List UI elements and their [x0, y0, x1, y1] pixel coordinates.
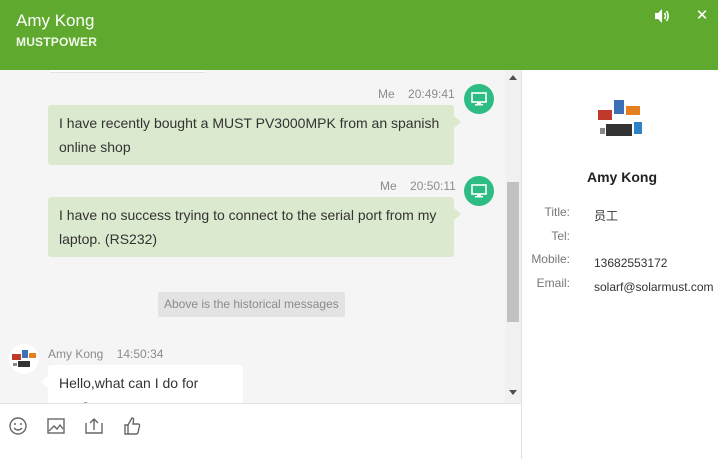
- input-toolbar: [0, 403, 521, 459]
- emoji-icon[interactable]: [8, 416, 28, 436]
- previous-message-edge: [50, 70, 205, 73]
- message-sender: Me: [378, 87, 395, 101]
- monitor-icon: [464, 176, 494, 206]
- message-time: 20:50:11: [410, 179, 456, 193]
- message-meta: Me 20:50:11: [380, 179, 456, 193]
- contact-name: Amy Kong: [16, 11, 95, 30]
- upload-icon[interactable]: [84, 416, 104, 436]
- profile-name: Amy Kong: [587, 169, 657, 185]
- message-bubble: I have recently bought a MUST PV3000MPK …: [48, 105, 461, 165]
- field-label-mobile: Mobile:: [531, 252, 570, 266]
- agent-avatar: [9, 344, 39, 374]
- thumbs-up-icon[interactable]: [122, 416, 142, 436]
- message-meta: Me 20:49:41: [378, 87, 455, 101]
- speaker-icon[interactable]: [652, 6, 672, 26]
- field-label-email: Email:: [536, 276, 570, 290]
- message-sender: Me: [380, 179, 397, 193]
- image-icon[interactable]: [46, 416, 66, 436]
- contact-profile-panel: Amy Kong Title: 员工 Tel: Mobile: 13682553…: [522, 70, 718, 459]
- field-value-email[interactable]: solarf@solarmust.com: [594, 280, 714, 294]
- message-sender: Amy Kong: [48, 347, 104, 361]
- scroll-up-arrow[interactable]: [509, 75, 517, 80]
- field-value-title: 员工: [594, 209, 619, 223]
- field-label-title: Title:: [544, 205, 570, 219]
- message-meta: Amy Kong 14:50:34: [48, 347, 163, 361]
- field-value-mobile: 13682553172: [594, 256, 668, 270]
- profile-avatar: [592, 94, 650, 152]
- close-icon[interactable]: ✕: [692, 6, 712, 26]
- message-bubble: I have no success trying to connect to t…: [48, 197, 461, 257]
- company-name: MUSTPOWER: [16, 35, 98, 49]
- message-bubble: Hello,what can I do for you?: [41, 365, 243, 403]
- chat-scrollbar[interactable]: [505, 70, 521, 403]
- chat-window: Amy Kong MUSTPOWER ✕ Me 20:49:41 I have …: [0, 0, 718, 459]
- scrollbar-thumb[interactable]: [507, 182, 519, 322]
- monitor-icon: [464, 84, 494, 114]
- history-divider-note: Above is the historical messages: [158, 292, 345, 317]
- field-label-tel: Tel:: [551, 229, 570, 243]
- message-time: 14:50:34: [116, 347, 164, 361]
- message-list[interactable]: Me 20:49:41 I have recently bought a MUS…: [0, 70, 521, 403]
- scroll-down-arrow[interactable]: [509, 390, 517, 395]
- header-bar: Amy Kong MUSTPOWER ✕: [0, 0, 718, 70]
- message-time: 20:49:41: [408, 87, 455, 101]
